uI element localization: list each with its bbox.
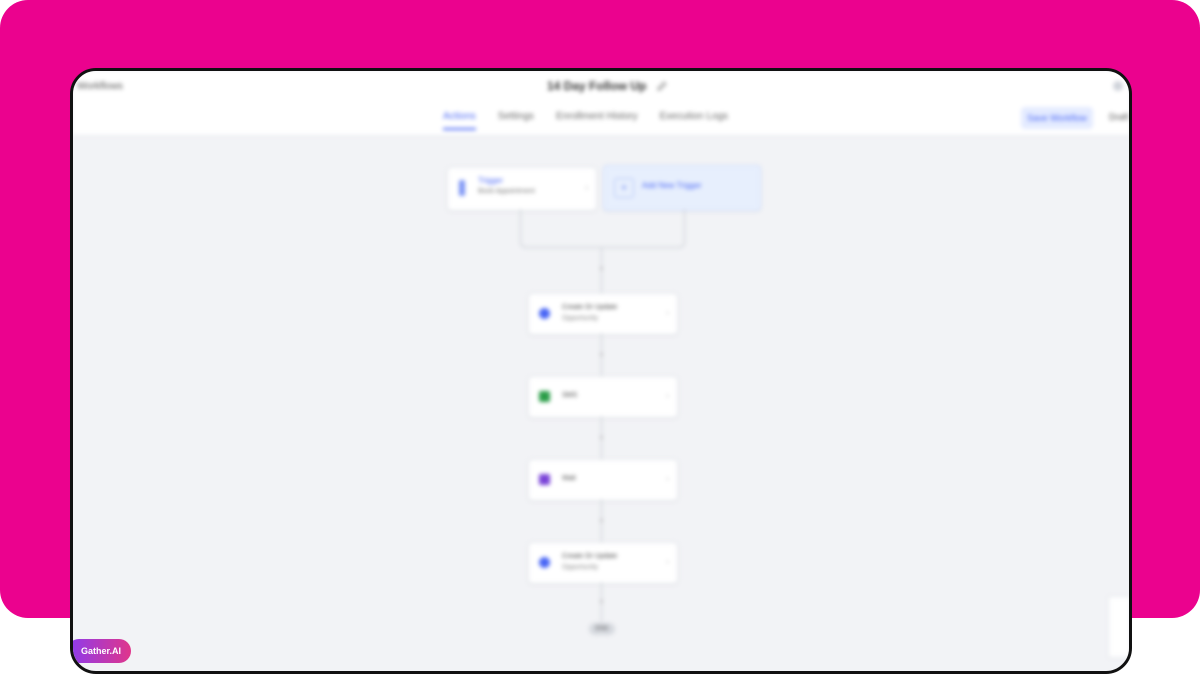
trigger-title: Trigger (478, 176, 504, 185)
workflow-title: 14 Day Follow Up (547, 79, 647, 93)
close-icon[interactable] (1113, 81, 1123, 91)
trigger-subtitle: Book Appointment (478, 188, 535, 195)
chevron-icon: › (666, 474, 669, 483)
tab-actions[interactable]: Actions (443, 111, 476, 130)
pencil-icon[interactable] (656, 80, 668, 92)
action-subtitle: Opportunity (562, 315, 599, 322)
add-new-trigger-button[interactable]: + Add New Trigger (603, 165, 761, 211)
action-title: Wait (562, 475, 576, 482)
opportunity-icon (539, 308, 550, 319)
end-marker: END (589, 623, 615, 635)
side-panel-edge (1108, 596, 1129, 658)
tab-bar: Actions Settings Enrollment History Exec… (443, 111, 728, 130)
add-step-icon[interactable]: + (597, 264, 606, 273)
add-step-icon[interactable]: + (597, 516, 606, 525)
action-card-1[interactable]: Create Or Update Opportunity › (528, 293, 678, 335)
action-subtitle: Opportunity (562, 564, 599, 571)
help-widget-button[interactable]: Gather.AI (73, 639, 131, 663)
add-step-icon[interactable]: + (597, 433, 606, 442)
plus-icon: + (614, 178, 634, 198)
trigger-connector (520, 209, 685, 248)
workflow-title-group: 14 Day Follow Up (547, 79, 668, 93)
tab-settings[interactable]: Settings (498, 111, 534, 130)
save-workflow-button[interactable]: Save Workflow (1021, 107, 1093, 129)
wait-icon (539, 474, 550, 485)
action-card-3[interactable]: Wait › (528, 459, 678, 501)
chevron-icon: › (666, 308, 669, 317)
add-trigger-label: Add New Trigger (642, 181, 702, 190)
back-to-workflows-link[interactable]: Workflows (77, 81, 123, 92)
opportunity-icon (539, 557, 550, 568)
action-title: Create Or Update (562, 553, 618, 560)
tab-enrollment-history[interactable]: Enrollment History (556, 111, 638, 130)
tab-execution-logs[interactable]: Execution Logs (660, 111, 728, 130)
action-card-4[interactable]: Create Or Update Opportunity › (528, 542, 678, 584)
draft-toggle[interactable]: Draft (1109, 112, 1129, 122)
add-step-icon[interactable]: + (597, 597, 606, 606)
chevron-icon: › (666, 557, 669, 566)
trigger-icon (459, 180, 465, 196)
chevron-icon: › (585, 183, 588, 192)
sms-icon (539, 391, 550, 402)
top-bar: Workflows 14 Day Follow Up Actions Setti… (73, 71, 1129, 136)
action-title: Create Or Update (562, 304, 618, 311)
app-window: Workflows 14 Day Follow Up Actions Setti… (70, 68, 1132, 674)
trigger-card[interactable]: Trigger Book Appointment › (447, 167, 597, 211)
action-title: SMS (562, 392, 578, 399)
chevron-icon: › (666, 391, 669, 400)
add-step-icon[interactable]: + (597, 350, 606, 359)
action-card-2[interactable]: SMS › (528, 376, 678, 418)
